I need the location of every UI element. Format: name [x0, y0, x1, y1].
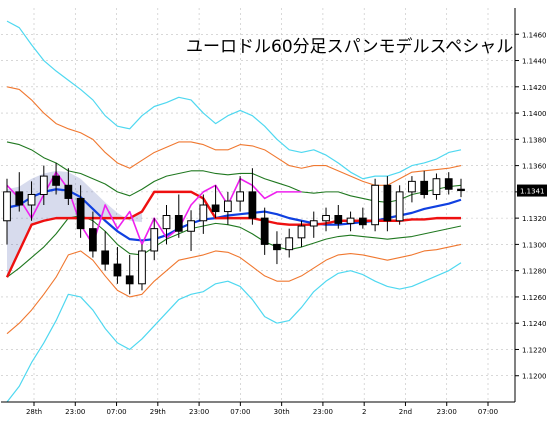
candle-body — [248, 191, 257, 219]
candle-body — [52, 175, 60, 186]
y-tick-label: 1.1420 — [522, 84, 547, 92]
x-tick-label: 30th — [274, 408, 290, 416]
candle-body — [358, 217, 367, 226]
chart: 1.1460 1.1440 1.1420 1.1400 1.1380 1.1360 1.13… — [0, 0, 548, 419]
y-tick-label: 1.1440 — [522, 58, 547, 66]
y-tick-label: 1.1200 — [522, 373, 547, 381]
candle-body — [162, 215, 171, 230]
candle-body — [199, 204, 208, 222]
x-tick-label: 23:00 — [313, 408, 333, 416]
candle-body — [309, 220, 318, 227]
y-tick-label: 1.1320 — [522, 215, 547, 223]
x-tick-label: 23:00 — [65, 408, 85, 416]
candle-body — [138, 250, 146, 285]
candle-body — [27, 193, 36, 206]
candle-body — [89, 228, 97, 252]
candle-body — [15, 191, 24, 206]
x-tick-label: 23:00 — [189, 408, 209, 416]
candle-body — [223, 200, 232, 213]
candle-body — [334, 215, 343, 224]
candle-body — [285, 237, 294, 251]
candle-body — [444, 178, 453, 190]
candle-body — [125, 275, 134, 285]
candle-body — [3, 191, 11, 222]
candle-body — [236, 191, 245, 202]
y-tick-label: 1.1300 — [522, 241, 547, 249]
candle-body — [346, 217, 355, 224]
candle-body — [371, 184, 379, 226]
candle-body — [383, 184, 392, 222]
candle-body — [408, 180, 416, 193]
candle-body — [432, 178, 441, 195]
current-price-label: 1.1341 — [520, 188, 545, 196]
candle-body — [211, 204, 220, 213]
candle-body — [39, 175, 48, 195]
y-tick-label: 1.1360 — [522, 163, 547, 171]
chart-svg: 1.1460 1.1440 1.1420 1.1400 1.1380 1.1360 1.13… — [0, 0, 548, 419]
x-tick-label: 07:00 — [106, 408, 126, 416]
candle-body — [174, 215, 183, 232]
candle-body — [273, 243, 281, 251]
candle-body — [297, 225, 306, 239]
candle-body — [322, 215, 330, 222]
x-tick-label: 07:00 — [478, 408, 498, 416]
x-tick-label: 28th — [26, 408, 42, 416]
x-tick-label: 29th — [150, 408, 166, 416]
candle-body — [187, 220, 195, 232]
x-tick-label: 2nd — [399, 408, 412, 416]
y-tick-label: 1.1380 — [522, 136, 547, 144]
y-tick-label: 1.1240 — [522, 320, 547, 328]
candle-body — [420, 180, 429, 195]
candle-body — [101, 250, 110, 265]
candle-body — [260, 217, 269, 245]
candle-body — [457, 188, 465, 192]
candle-body — [150, 228, 159, 252]
y-tick-label: 1.1400 — [522, 110, 547, 118]
y-tick-label: 1.1220 — [522, 346, 547, 354]
x-tick-label: 23:00 — [437, 408, 457, 416]
y-tick-label: 1.1460 — [522, 31, 547, 39]
y-tick-label: 1.1260 — [522, 294, 547, 302]
candle-body — [76, 197, 85, 230]
candle-body — [395, 191, 404, 222]
x-tick-label: 2 — [362, 408, 366, 416]
y-tick-label: 1.1280 — [522, 268, 547, 276]
x-tick-label: 07:00 — [230, 408, 250, 416]
chart-title: ユーロドル60分足スパンモデルスペシャル — [186, 36, 513, 57]
candle-body — [113, 263, 122, 277]
candle-body — [64, 184, 73, 199]
